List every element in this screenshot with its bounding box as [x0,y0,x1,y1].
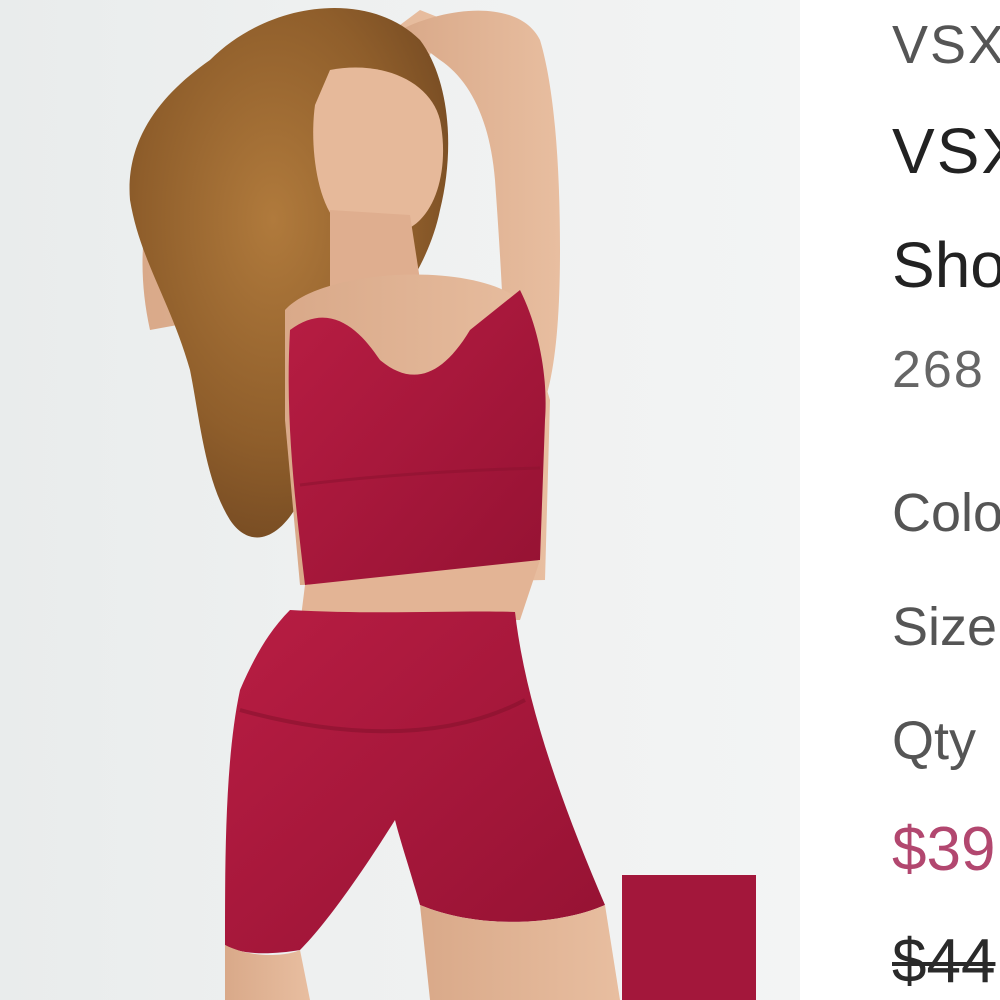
product-title: Sho [892,229,1000,301]
original-price: $44 [892,927,996,996]
sale-price: $39 [892,815,996,884]
swatch-color-fill [622,875,756,1000]
product-details-panel: VSX VSX Sho 268 Colo Size Qty $39 $44 [800,0,1000,1000]
product-sku: 268 [892,341,985,399]
brand-subtitle: VSX [892,15,1000,75]
brand-name: VSX [892,115,1000,187]
quantity-label: Qty [892,711,977,771]
model-illustration [129,7,620,1000]
color-option-label: Colo [892,483,1000,543]
size-option-label: Size [892,597,998,657]
color-swatch[interactable] [621,874,757,1000]
product-main-image[interactable] [0,0,800,1000]
